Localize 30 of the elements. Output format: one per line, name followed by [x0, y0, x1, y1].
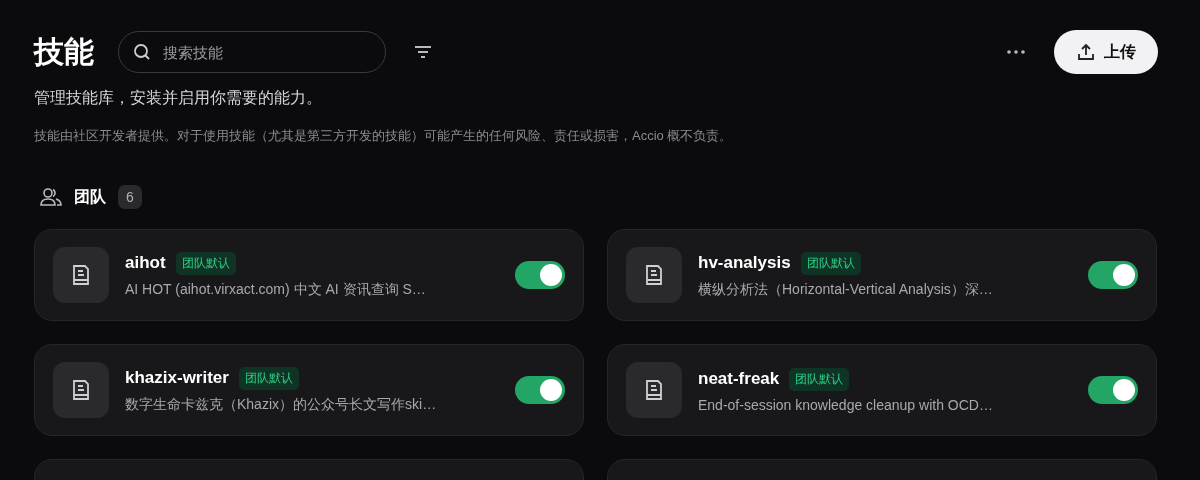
skill-description: AI HOT (aihot.virxact.com) 中文 AI 资讯查询 S…: [125, 280, 427, 299]
search-icon: [133, 43, 151, 61]
skill-name: khazix-writer: [125, 368, 229, 388]
skill-name: aihot: [125, 253, 166, 273]
people-icon: [40, 187, 62, 207]
toggle-switch[interactable]: [1088, 261, 1138, 289]
book-icon: [70, 263, 92, 287]
tag-badge: 团队默认: [800, 251, 861, 275]
upload-button[interactable]: 上传: [1054, 30, 1158, 74]
page-title: 技能: [34, 33, 94, 70]
toggle-switch[interactable]: [515, 376, 565, 404]
toggle-switch[interactable]: [515, 261, 565, 289]
tag-badge: 团队默认: [238, 366, 299, 390]
skill-name: neat-freak: [698, 369, 780, 389]
upload-icon: [1076, 42, 1096, 62]
book-icon: [643, 378, 665, 402]
tag-badge: 团队默认: [789, 367, 850, 391]
skill-name: hv-analysis: [698, 253, 791, 273]
skill-description: 横纵分析法（Horizontal-Vertical Analysis）深…: [698, 280, 994, 299]
skill-description: 数字生命卡兹克（Khazix）的公众号长文写作ski…: [125, 395, 438, 414]
tag-badge: 团队默认: [175, 251, 236, 275]
search-field[interactable]: 搜索技能: [118, 31, 386, 73]
subtitle: 管理技能库，安装并启用你需要的能力。: [34, 88, 323, 108]
skill-description: End-of-session knowledge cleanup with OCD…: [698, 396, 994, 413]
disclaimer: 技能由社区开发者提供。对于使用技能（尤其是第三方开发的技能）可能产生的任何风险、责任或损害，Accio 概不负责。: [34, 127, 734, 145]
toggle-switch[interactable]: [1088, 376, 1138, 404]
section-title: 团队: [74, 186, 106, 207]
count-badge: 6: [118, 185, 142, 209]
book-icon: [70, 378, 92, 402]
book-icon: [643, 263, 665, 287]
